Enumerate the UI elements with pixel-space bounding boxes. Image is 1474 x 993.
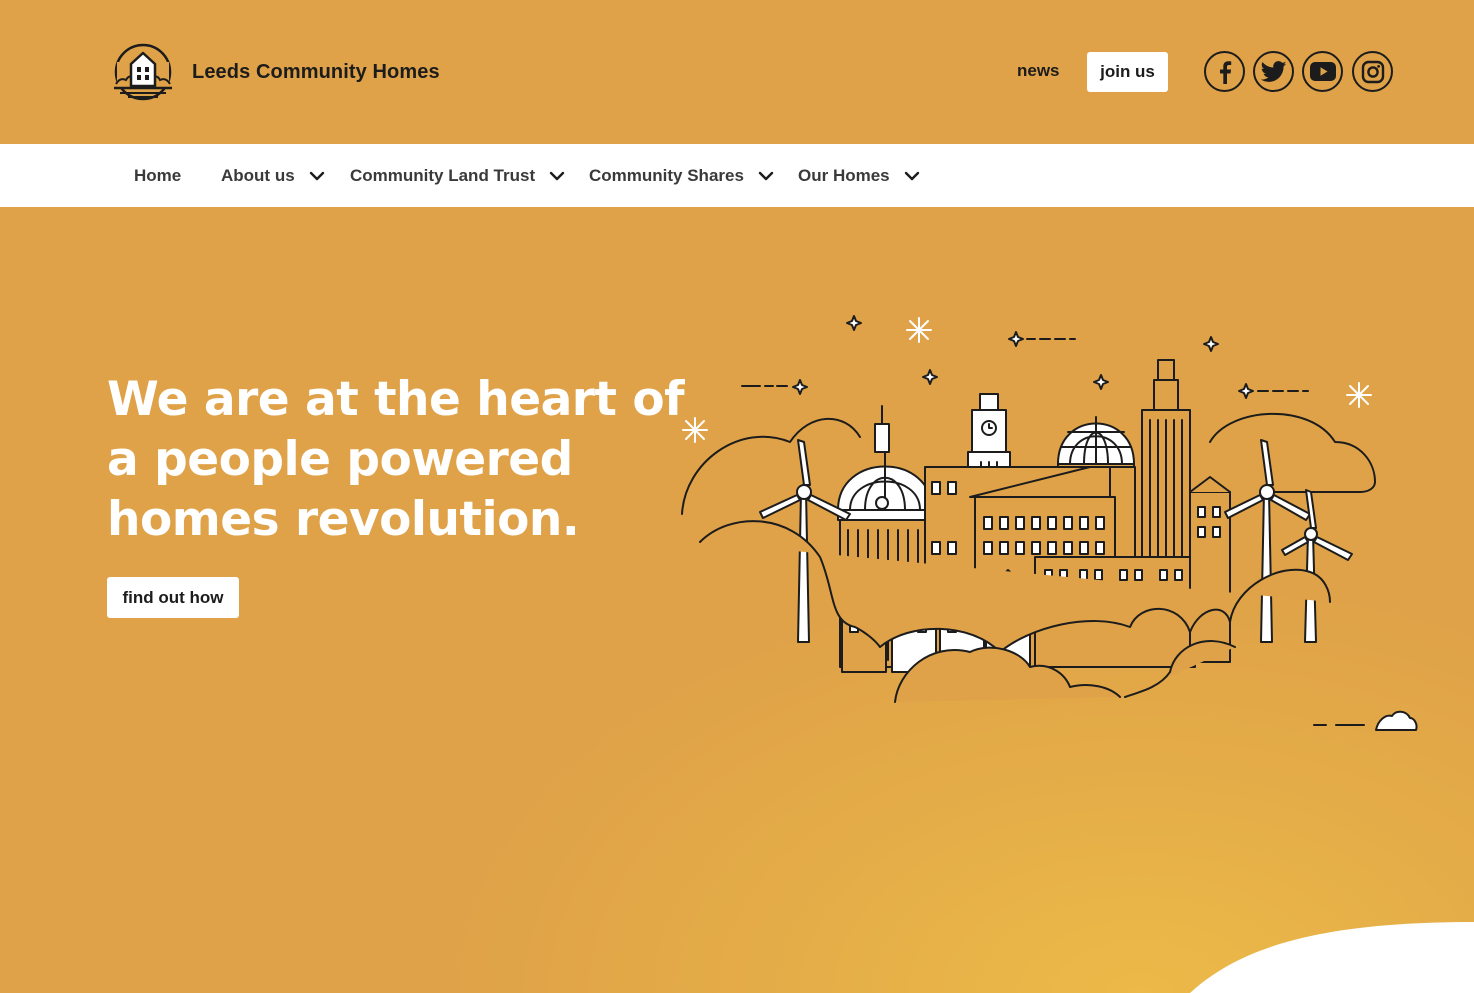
nav-item-label: Our Homes (798, 165, 890, 185)
chevron-down-icon (758, 171, 774, 180)
instagram-icon[interactable] (1352, 51, 1393, 92)
city-skyline-illustration (681, 315, 1418, 731)
hero-headline: We are at the heart of a people powered … (107, 372, 685, 547)
nav-item-home[interactable]: Home (134, 144, 181, 207)
nav-item-label: About us (221, 165, 295, 185)
house-logo-icon (114, 43, 172, 101)
chevron-down-icon (549, 171, 565, 180)
site-header: Leeds Community Homes news join us (0, 0, 1474, 144)
hero-section: We are at the heart of a people powered … (0, 207, 1474, 993)
nav-item-label: Home (134, 165, 182, 185)
nav-item-community-shares[interactable]: Community Shares (589, 144, 774, 207)
join-us-button[interactable]: join us (1087, 52, 1168, 92)
brand-name: Leeds Community Homes (192, 60, 440, 83)
twitter-icon[interactable] (1253, 51, 1294, 92)
nav-item-label: Community Shares (589, 165, 744, 185)
main-navigation: Home About us Community Land Trust Commu… (0, 144, 1474, 207)
nav-item-about-us[interactable]: About us (221, 144, 325, 207)
chevron-down-icon (309, 171, 324, 180)
nav-item-our-homes[interactable]: Our Homes (798, 144, 920, 207)
youtube-icon[interactable] (1302, 51, 1343, 92)
nav-item-community-land-trust[interactable]: Community Land Trust (350, 144, 565, 207)
brand-link[interactable]: Leeds Community Homes (110, 42, 440, 102)
nav-item-label: Community Land Trust (350, 165, 536, 185)
white-wave-decoration (1190, 922, 1474, 993)
news-link[interactable]: news (1017, 61, 1060, 81)
chevron-down-icon (904, 171, 919, 180)
find-out-how-button[interactable]: find out how (107, 577, 239, 618)
facebook-icon[interactable] (1204, 51, 1245, 92)
